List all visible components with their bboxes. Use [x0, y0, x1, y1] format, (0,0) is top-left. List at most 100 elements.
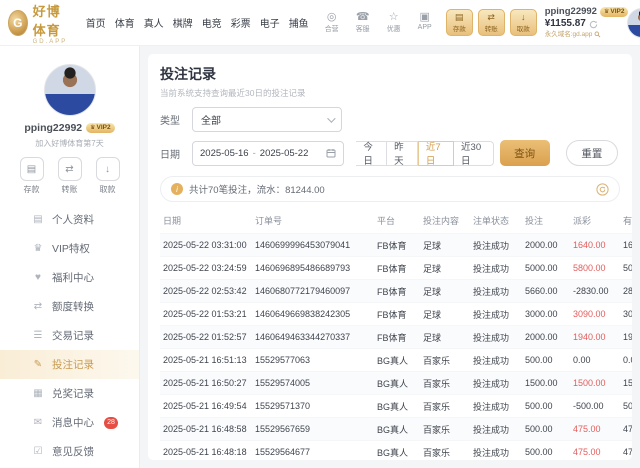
logo-subtitle: GD.APP: [33, 39, 74, 45]
domain-text: 永久域名:gd.app: [545, 31, 593, 38]
cell-bet: 500.00: [522, 395, 570, 418]
cell-date: 2025-05-21 16:48:58: [160, 418, 252, 441]
top-nav-item[interactable]: 首页: [86, 15, 106, 30]
cell-date: 2025-05-21 16:49:54: [160, 395, 252, 418]
cell-order: 1460696895486689793: [252, 257, 374, 280]
col-date: 日期: [160, 208, 252, 234]
welfare-icon: ♥: [32, 272, 44, 283]
service-icon: ☎: [356, 11, 370, 23]
cell-date: 2025-05-22 01:52:57: [160, 326, 252, 349]
quick-range-button[interactable]: 昨天: [387, 141, 418, 166]
cell-valid: 1640.00: [620, 234, 632, 257]
wallet-button[interactable]: ↓ 取款: [510, 9, 537, 36]
table-row[interactable]: 2025-05-21 16:50:27 15529574005 BG真人 百家乐…: [160, 372, 632, 395]
top-nav-item[interactable]: 捕鱼: [289, 15, 309, 30]
cell-order: 1460649669838242305: [252, 303, 374, 326]
cell-content: 百家乐: [420, 395, 470, 418]
profile-shortcut[interactable]: ▤ 存款: [20, 157, 44, 195]
sidebar-menu-item[interactable]: ♥ 福利中心: [0, 263, 139, 292]
quick-range-button[interactable]: 今日: [356, 141, 387, 166]
cell-content: 足球: [420, 280, 470, 303]
cell-status: 投注成功: [470, 234, 522, 257]
cell-order: 15529564677: [252, 441, 374, 461]
table-row[interactable]: 2025-05-21 16:51:13 15529577063 BG真人 百家乐…: [160, 349, 632, 372]
cell-order: 15529571370: [252, 395, 374, 418]
sidebar-menu-item[interactable]: ☰ 交易记录: [0, 321, 139, 350]
table-row[interactable]: 2025-05-21 16:48:58 15529567659 BG真人 百家乐…: [160, 418, 632, 441]
reset-button[interactable]: 重置: [566, 140, 618, 166]
sidebar-menu-item[interactable]: ✎ 投注记录: [0, 350, 139, 379]
sidebar-menu-item[interactable]: ♛ VIP特权: [0, 234, 139, 263]
menu-item-label: 意见反馈: [52, 444, 94, 459]
refresh-summary-icon[interactable]: [596, 183, 609, 196]
profile-shortcut[interactable]: ↓ 取款: [96, 157, 120, 195]
col-valid: 有效投注额: [620, 208, 632, 234]
cell-platform: FB体育: [374, 234, 420, 257]
topbar-util-button[interactable]: ☎ 客服: [350, 11, 376, 34]
sidebar-menu-item[interactable]: ▦ 兑奖记录: [0, 379, 139, 408]
quick-range-button[interactable]: 近7日: [418, 141, 454, 166]
profile-shortcut[interactable]: ⇄ 转账: [58, 157, 82, 195]
top-nav-item[interactable]: 真人: [144, 15, 164, 30]
cell-valid: 3000.00: [620, 303, 632, 326]
wallet-button[interactable]: ⇄ 转账: [478, 9, 505, 36]
vip-badge: VIP2: [600, 7, 628, 17]
date-range-input[interactable]: 2025-05-16 - 2025-05-22: [192, 141, 344, 166]
top-nav-item[interactable]: 电子: [260, 15, 280, 30]
wallet-button[interactable]: ▤ 存款: [446, 9, 473, 36]
shortcut-label: 转账: [62, 184, 78, 195]
type-label: 类型: [160, 112, 186, 127]
top-nav-item[interactable]: 体育: [115, 15, 135, 30]
topbar-util-button[interactable]: ☆ 优惠: [381, 11, 407, 34]
table-row[interactable]: 2025-05-21 16:48:18 15529564677 BG真人 百家乐…: [160, 441, 632, 461]
sidebar-menu-item[interactable]: ▤ 个人资料: [0, 205, 139, 234]
table-row[interactable]: 2025-05-22 01:53:21 1460649669838242305 …: [160, 303, 632, 326]
table-row[interactable]: 2025-05-22 01:52:57 1460649463344270337 …: [160, 326, 632, 349]
query-button[interactable]: 查询: [500, 140, 550, 166]
refresh-icon[interactable]: [589, 20, 598, 29]
cell-payout: 1500.00: [570, 372, 620, 395]
join-days-text: 加入好博体育第7天: [35, 138, 103, 149]
page-title: 投注记录: [160, 64, 620, 84]
table-row[interactable]: 2025-05-21 16:49:54 15529571370 BG真人 百家乐…: [160, 395, 632, 418]
table-row[interactable]: 2025-05-22 02:53:42 1460680772179460097 …: [160, 280, 632, 303]
bet-records-table: 日期 订单号 平台 投注内容 注单状态 投注 派彩 有效投注额: [160, 208, 632, 460]
unread-badge: 28: [104, 417, 118, 429]
calendar-icon: [326, 148, 336, 158]
table-row[interactable]: 2025-05-22 03:24:59 1460696895486689793 …: [160, 257, 632, 280]
shortcut-label: 存款: [24, 184, 40, 195]
menu-item-label: 个人资料: [52, 212, 94, 227]
quick-range-button[interactable]: 近30日: [454, 141, 494, 166]
wallet-button-label: 存款: [453, 23, 466, 33]
table-body: 2025-05-22 03:31:00 1460699996453079041 …: [160, 234, 632, 461]
sidebar-menu: ▤ 个人资料 ♛ VIP特权 ♥ 福利中心: [0, 205, 139, 466]
search-icon[interactable]: [594, 31, 601, 38]
body: pping22992 VIP2 加入好博体育第7天 ▤ 存款 ⇄ 转账: [0, 46, 640, 468]
type-select[interactable]: 全部: [192, 107, 342, 132]
table-row[interactable]: 2025-05-22 03:31:00 1460699996453079041 …: [160, 234, 632, 257]
cell-date: 2025-05-22 01:53:21: [160, 303, 252, 326]
date-from: 2025-05-16: [200, 148, 249, 159]
bets-icon: ✎: [32, 359, 44, 370]
cell-status: 投注成功: [470, 257, 522, 280]
logo[interactable]: G 好博体育 GD.APP: [8, 1, 74, 45]
cell-date: 2025-05-22 02:53:42: [160, 280, 252, 303]
avatar[interactable]: [627, 8, 640, 38]
sidebar-menu-item[interactable]: ✉ 消息中心 28: [0, 408, 139, 437]
sidebar-menu-item[interactable]: ☑ 意见反馈: [0, 437, 139, 466]
top-nav-item[interactable]: 彩票: [231, 15, 251, 30]
cell-bet: 2000.00: [522, 326, 570, 349]
sidebar-menu-item[interactable]: ⇄ 额度转换: [0, 292, 139, 321]
cell-order: 1460680772179460097: [252, 280, 374, 303]
cell-bet: 2000.00: [522, 234, 570, 257]
top-nav-item[interactable]: 棋牌: [173, 15, 193, 30]
cell-payout: 0.00: [570, 349, 620, 372]
topbar-util-button[interactable]: ▣ APP: [412, 11, 438, 34]
topbar-util-button[interactable]: ◎ 合营: [319, 11, 345, 34]
app-icon: ▣: [419, 11, 429, 23]
cell-payout: 5800.00: [570, 257, 620, 280]
cell-status: 投注成功: [470, 441, 522, 461]
col-content: 投注内容: [420, 208, 470, 234]
top-nav-item[interactable]: 电竞: [202, 15, 222, 30]
cell-platform: BG真人: [374, 349, 420, 372]
